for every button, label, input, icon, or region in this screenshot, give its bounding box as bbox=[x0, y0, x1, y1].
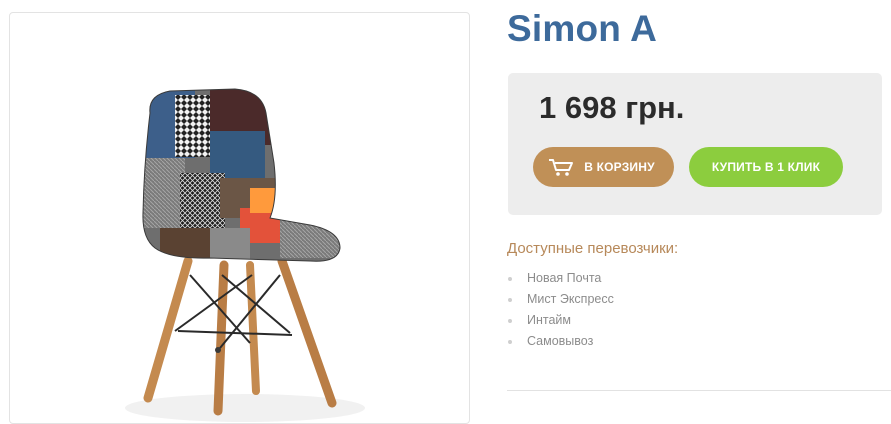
carriers-list: Новая Почта Мист Экспресс Интайм Самовыв… bbox=[507, 270, 614, 354]
carrier-item: Интайм bbox=[507, 312, 614, 333]
product-image-frame[interactable] bbox=[9, 12, 470, 424]
carrier-item: Мист Экспресс bbox=[507, 291, 614, 312]
carrier-label: Мист Экспресс bbox=[527, 292, 614, 306]
add-to-cart-label: В КОРЗИНУ bbox=[584, 160, 655, 174]
carrier-label: Интайм bbox=[527, 313, 572, 327]
bullet-icon bbox=[508, 340, 512, 344]
carrier-item: Самовывоз bbox=[507, 333, 614, 354]
bullet-icon bbox=[508, 319, 512, 323]
product-price: 1 698 грн. bbox=[539, 90, 685, 125]
bullet-icon bbox=[508, 277, 512, 281]
section-divider bbox=[507, 390, 891, 391]
carrier-label: Новая Почта bbox=[527, 271, 602, 285]
carriers-title: Доступные перевозчики: bbox=[507, 240, 679, 257]
bullet-icon bbox=[508, 298, 512, 302]
buy-one-click-button[interactable]: КУПИТЬ В 1 КЛИК bbox=[689, 147, 843, 187]
purchase-box: 1 698 грн. В КОРЗИНУ КУПИТЬ В 1 КЛИК bbox=[508, 73, 882, 215]
carrier-label: Самовывоз bbox=[527, 334, 594, 348]
cart-icon bbox=[548, 157, 574, 177]
carrier-item: Новая Почта bbox=[507, 270, 614, 291]
product-image[interactable] bbox=[10, 13, 469, 423]
buy-one-click-label: КУПИТЬ В 1 КЛИК bbox=[711, 160, 821, 174]
product-title: Simon A bbox=[507, 8, 658, 49]
add-to-cart-button[interactable]: В КОРЗИНУ bbox=[533, 147, 674, 187]
